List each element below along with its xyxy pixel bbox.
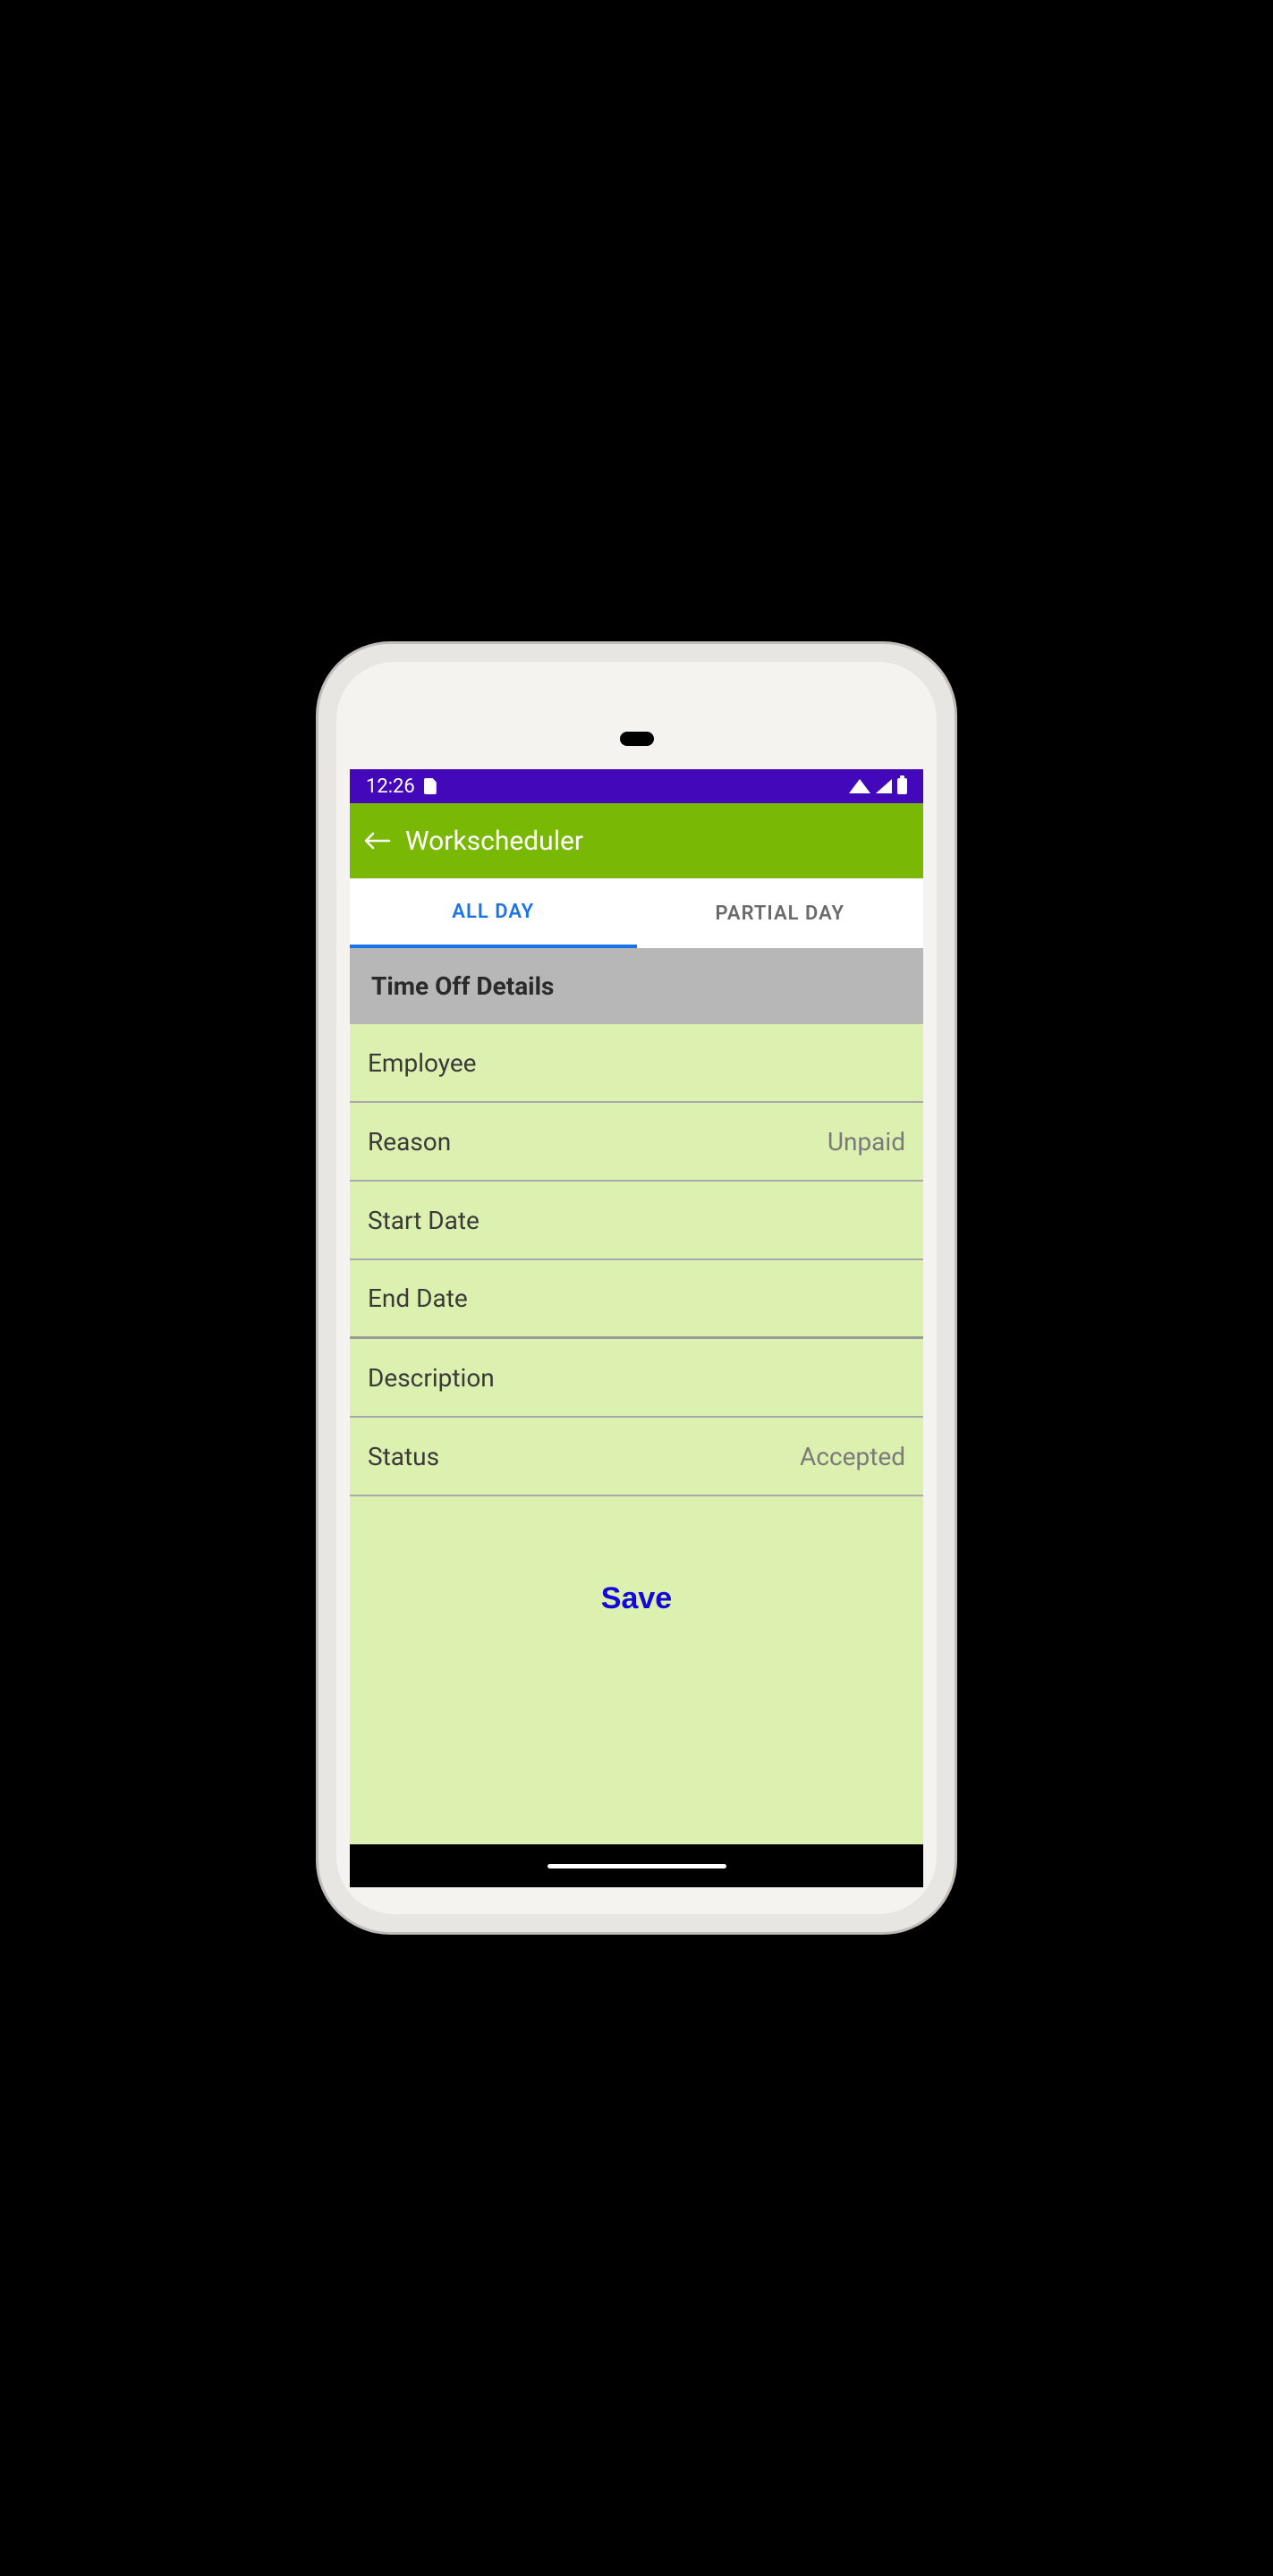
start-date-label: Start Date	[368, 1206, 479, 1235]
description-label: Description	[368, 1363, 495, 1393]
form-row-status[interactable]: Status Accepted	[350, 1418, 923, 1496]
clock-time: 12:26	[366, 775, 415, 798]
back-arrow-icon[interactable]	[359, 818, 395, 863]
form-row-end-date[interactable]: End Date	[350, 1260, 923, 1339]
tabs-container: ALL DAY PARTIAL DAY	[350, 878, 923, 948]
section-header: Time Off Details	[350, 948, 923, 1024]
status-left: 12:26	[366, 775, 437, 798]
signal-icon	[876, 779, 892, 793]
sensor-pill	[620, 732, 654, 746]
reason-label: Reason	[368, 1127, 451, 1157]
status-value: Accepted	[800, 1442, 905, 1471]
navigation-bar	[350, 1844, 923, 1887]
status-bar: 12:26	[350, 769, 923, 803]
employee-label: Employee	[368, 1048, 477, 1078]
screen: 12:26 Workscheduler	[350, 769, 923, 1887]
end-date-label: End Date	[368, 1284, 468, 1313]
reason-value: Unpaid	[827, 1127, 905, 1157]
battery-icon	[897, 778, 907, 794]
sd-card-icon	[424, 778, 437, 794]
save-area: Save	[350, 1496, 923, 1844]
form-row-start-date[interactable]: Start Date	[350, 1182, 923, 1260]
section-title: Time Off Details	[371, 971, 554, 1001]
wifi-icon	[849, 779, 870, 793]
tab-partial-day[interactable]: PARTIAL DAY	[637, 878, 924, 948]
app-bar: Workscheduler	[350, 803, 923, 878]
tab-all-day[interactable]: ALL DAY	[350, 878, 637, 948]
form-row-description[interactable]: Description	[350, 1339, 923, 1418]
phone-inner-frame: 12:26 Workscheduler	[336, 662, 937, 1914]
app-title: Workscheduler	[405, 826, 583, 857]
form-area: Employee Reason Unpaid Start Date End Da…	[350, 1024, 923, 1844]
save-button[interactable]: Save	[601, 1581, 672, 1616]
status-right	[849, 778, 907, 794]
phone-frame: 12:26 Workscheduler	[318, 644, 955, 1932]
form-row-employee[interactable]: Employee	[350, 1024, 923, 1103]
nav-handle[interactable]	[547, 1864, 726, 1868]
form-row-reason[interactable]: Reason Unpaid	[350, 1103, 923, 1182]
status-label: Status	[368, 1442, 439, 1471]
